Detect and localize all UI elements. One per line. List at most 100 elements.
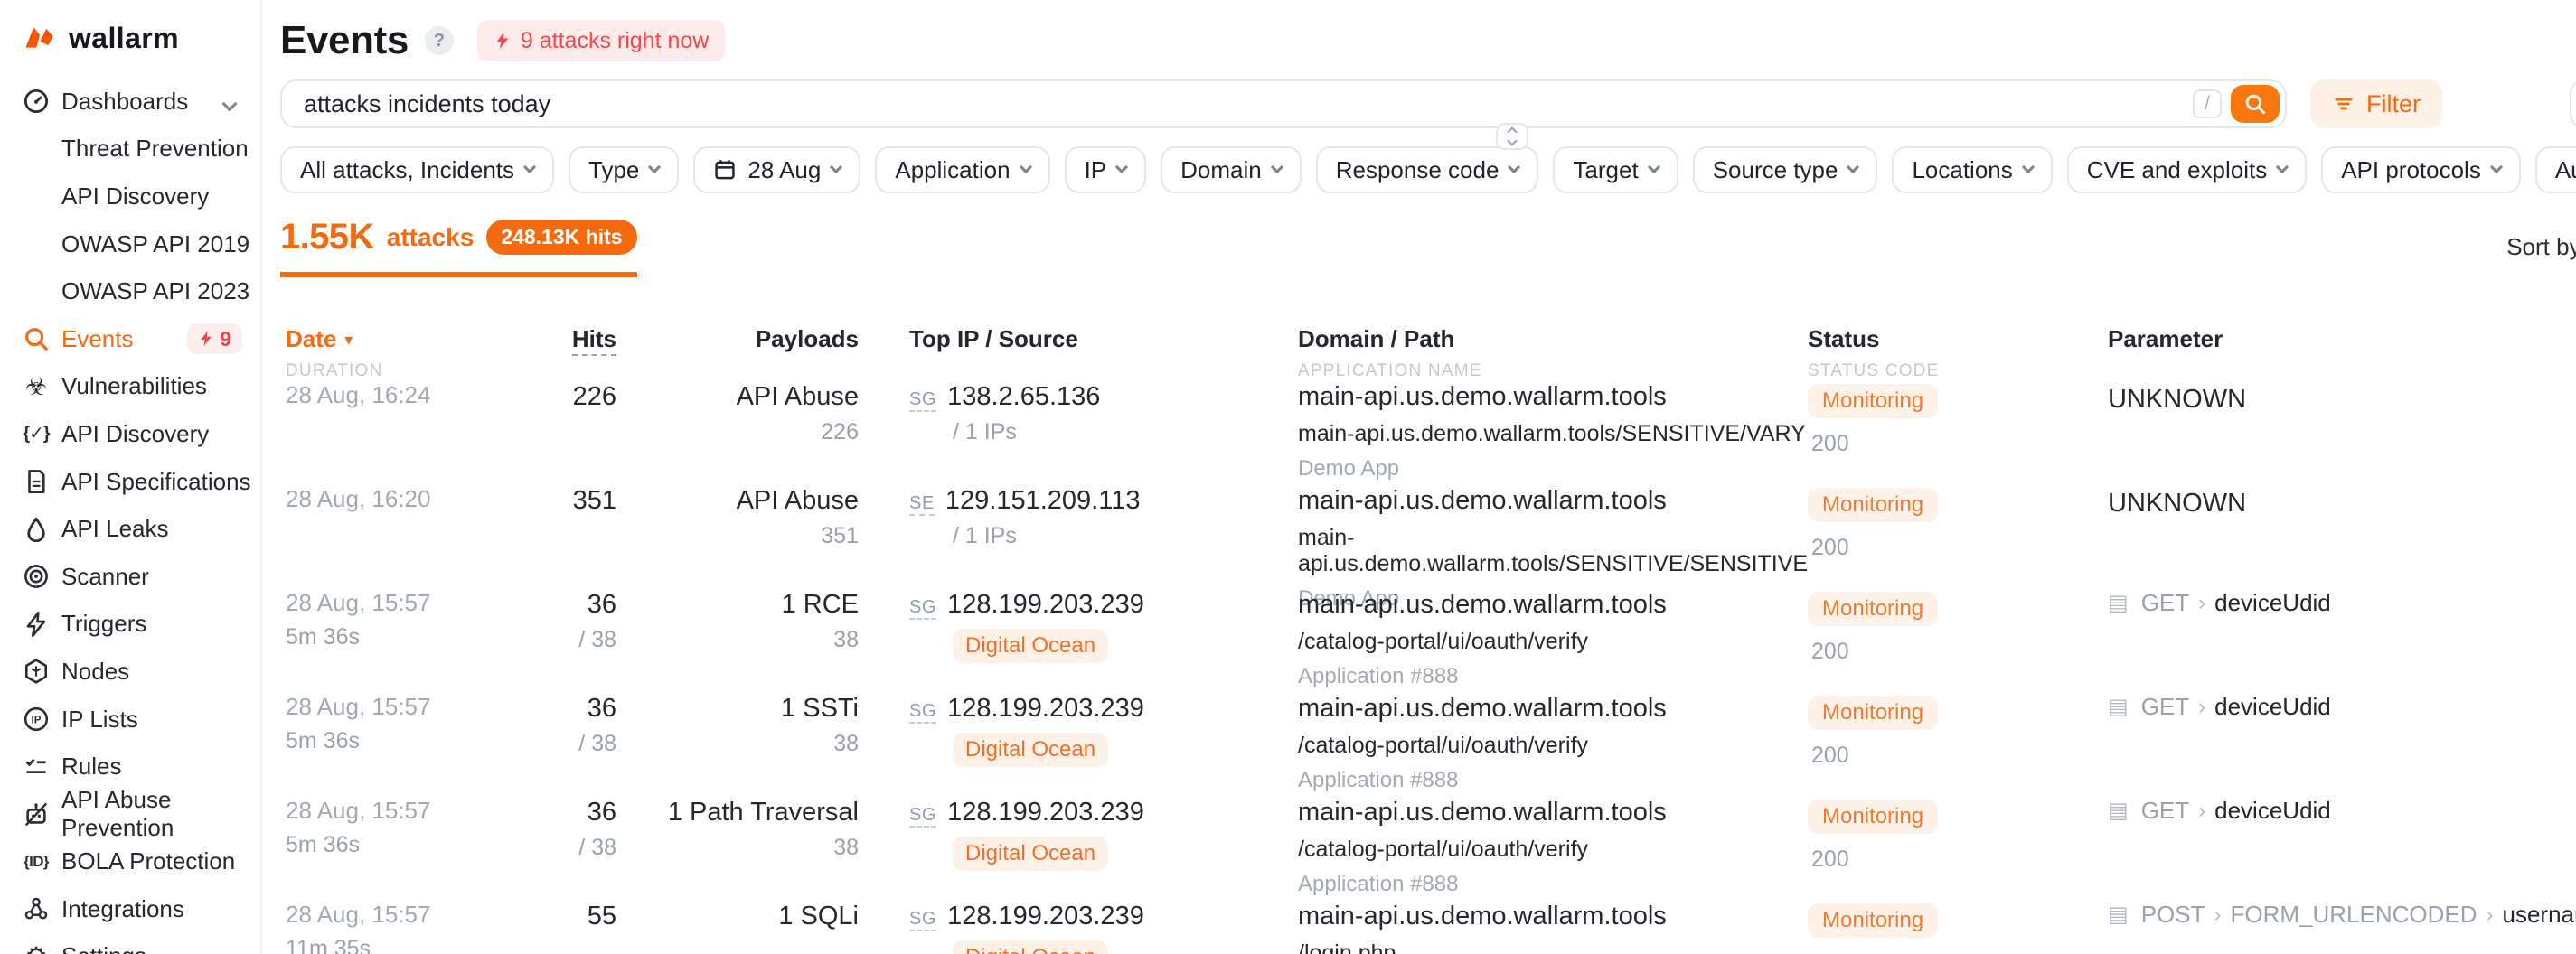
sidebar-item-api-discovery-dashboard[interactable]: API Discovery [0,173,260,220]
column-header-ip[interactable]: Top IP / Source [859,321,1298,381]
app-window: wallarm DashboardsThreat PreventionAPI D… [0,0,2576,954]
sidebar-item-vulnerabilities[interactable]: ☣Vulnerabilities [0,363,260,411]
sidebar-item-bola-protection[interactable]: {ID}BOLA Protection [0,838,260,886]
filter-chip-response-code[interactable]: Response code [1316,146,1539,193]
filter-chip-label: Type [588,156,639,184]
filter-chip-label: 28 Aug [747,156,821,184]
search-input[interactable] [304,90,2193,118]
sidebar-item-owasp-api-2023[interactable]: OWASP API 2023 [0,267,260,315]
path[interactable]: main-api.us.demo.wallarm.tools/SENSITIVE… [1298,525,1808,577]
filter-chip-all-attacks-incidents[interactable]: All attacks, Incidents [280,146,554,193]
source-provider-badge: Digital Ocean [953,940,1108,954]
sidebar-item-triggers[interactable]: Triggers [0,601,260,649]
filter-chip-api-protocols[interactable]: API protocols [2321,146,2521,193]
parameter-value: UNKNOWN [2108,489,2246,518]
attacks-count-label: attacks [387,223,475,252]
ip-address[interactable]: 128.199.203.239 [947,797,1144,828]
column-header-payloads[interactable]: Payloads [616,321,859,381]
filter-chip-authentication[interactable]: Authentication [2535,146,2576,193]
column-sublabel: DURATION [286,361,515,381]
wallarm-logo[interactable]: wallarm [0,14,260,61]
help-icon[interactable]: ? [425,26,454,55]
event-row[interactable]: 28 Aug, 15:57 5m 36s 36 / 38 1 Path Trav… [280,797,2576,901]
filter-chip-domain[interactable]: Domain [1161,146,1302,193]
domain[interactable]: main-api.us.demo.wallarm.tools [1298,797,1808,828]
sidebar-item-rules[interactable]: Rules [0,743,260,790]
attacks-now-badge[interactable]: 9 attacks right now [477,20,725,61]
country-code[interactable]: SG [909,805,936,828]
report-button[interactable]: Report [2570,80,2576,128]
sidebar: wallarm DashboardsThreat PreventionAPI D… [0,0,262,954]
attacks-tab[interactable]: 1.55K attacks 248.13K hits [280,217,637,277]
path[interactable]: main-api.us.demo.wallarm.tools/SENSITIVE… [1298,421,1808,447]
sidebar-item-dashboards[interactable]: Dashboards [0,78,260,126]
cell-payloads: 1 RCE 38 [616,589,859,693]
sidebar-item-events[interactable]: Events9 [0,315,260,363]
event-row[interactable]: 28 Aug, 15:57 5m 36s 36 / 38 1 SSTi 38 S… [280,693,2576,797]
chevron-right-separator: › [2198,799,2205,824]
ip-address[interactable]: 128.199.203.239 [947,589,1144,620]
country-code[interactable]: SG [909,701,936,724]
filter-chip-label: Application [895,156,1010,184]
country-code[interactable]: SE [909,493,935,516]
domain[interactable]: main-api.us.demo.wallarm.tools [1298,693,1808,724]
ip-address[interactable]: 128.199.203.239 [947,901,1144,931]
sidebar-item-api-specifications[interactable]: API Specifications [0,458,260,506]
sidebar-item-owasp-api-2019[interactable]: OWASP API 2019 [0,220,260,268]
column-header-parameter[interactable]: Parameter [2108,321,2576,381]
sidebar-item-api-abuse-prevention[interactable]: API Abuse Prevention [0,790,260,838]
country-code[interactable]: SG [909,597,936,620]
cell-payloads: 1 Path Traversal 38 [616,797,859,901]
column-header-hits[interactable]: Hits [515,321,616,381]
filter-chip-locations[interactable]: Locations [1892,146,2052,193]
sidebar-item-label: Settings [61,942,146,954]
sidebar-item-api-discovery[interactable]: {✓}API Discovery [0,410,260,458]
sidebar-item-integrations[interactable]: Integrations [0,885,260,933]
filter-chip-source-type[interactable]: Source type [1693,146,1878,193]
column-header-date[interactable]: Date ▾DURATION [280,321,515,381]
ip-address[interactable]: 128.199.203.239 [947,693,1144,724]
country-code[interactable]: SG [909,909,936,931]
path[interactable]: /catalog-portal/ui/oauth/verify [1298,837,1808,863]
sidebar-item-settings[interactable]: ⚙Settings [0,933,260,954]
domain[interactable]: main-api.us.demo.wallarm.tools [1298,901,1808,931]
event-row[interactable]: 28 Aug, 15:57 5m 36s 36 / 38 1 RCE 38 SG… [280,589,2576,693]
cell-hits: 36 / 38 [515,693,616,797]
filter-chip-ip[interactable]: IP [1065,146,1147,193]
column-header-status[interactable]: StatusSTATUS CODE [1808,321,2108,381]
filter-chip-28-aug[interactable]: 28 Aug [693,146,860,193]
status-badge: Monitoring [1808,696,1938,730]
path[interactable]: /catalog-portal/ui/oauth/verify [1298,629,1808,655]
cell-parameter: ▤GET›deviceUdid [2108,797,2576,901]
domain[interactable]: main-api.us.demo.wallarm.tools [1298,485,1808,516]
search-box: / [280,80,2287,128]
column-label: Date [286,325,336,352]
ip-address[interactable]: 138.2.65.136 [947,381,1100,412]
search-button[interactable] [2231,85,2280,123]
sidebar-item-ip-lists[interactable]: IPIP Lists [0,696,260,744]
filter-chip-type[interactable]: Type [569,146,679,193]
sidebar-item-label: OWASP API 2019 [61,230,249,258]
sidebar-item-api-leaks[interactable]: API Leaks [0,505,260,553]
payload-type: 1 Path Traversal [616,797,859,828]
path[interactable]: /login.php [1298,940,1808,954]
path[interactable]: /catalog-portal/ui/oauth/verify [1298,733,1808,759]
column-label: Domain / Path [1298,325,1454,352]
country-code[interactable]: SG [909,389,936,412]
domain[interactable]: main-api.us.demo.wallarm.tools [1298,381,1808,412]
svg-text:IP: IP [32,715,42,726]
ip-address[interactable]: 129.151.209.113 [945,485,1141,516]
search-collapse-handle[interactable] [1496,123,1528,150]
sidebar-item-threat-prevention[interactable]: Threat Prevention [0,126,260,173]
sidebar-item-nodes[interactable]: Nodes [0,648,260,696]
filter-chip-application[interactable]: Application [875,146,1049,193]
event-row[interactable]: 28 Aug, 16:20 351 API Abuse 351 SE129.15… [280,485,2576,589]
filter-button[interactable]: Filter [2310,80,2442,128]
domain[interactable]: main-api.us.demo.wallarm.tools [1298,589,1808,620]
column-header-domain[interactable]: Domain / PathAPPLICATION NAME [1298,321,1808,381]
filter-chip-cve-and-exploits[interactable]: CVE and exploits [2067,146,2307,193]
event-row[interactable]: 28 Aug, 15:57 11m 35s 55 1 SQLi SG128.19… [280,901,2576,954]
filter-chip-target[interactable]: Target [1553,146,1678,193]
sidebar-item-scanner[interactable]: Scanner [0,553,260,601]
event-row[interactable]: 28 Aug, 16:24 226 API Abuse 226 SG138.2.… [280,381,2576,485]
